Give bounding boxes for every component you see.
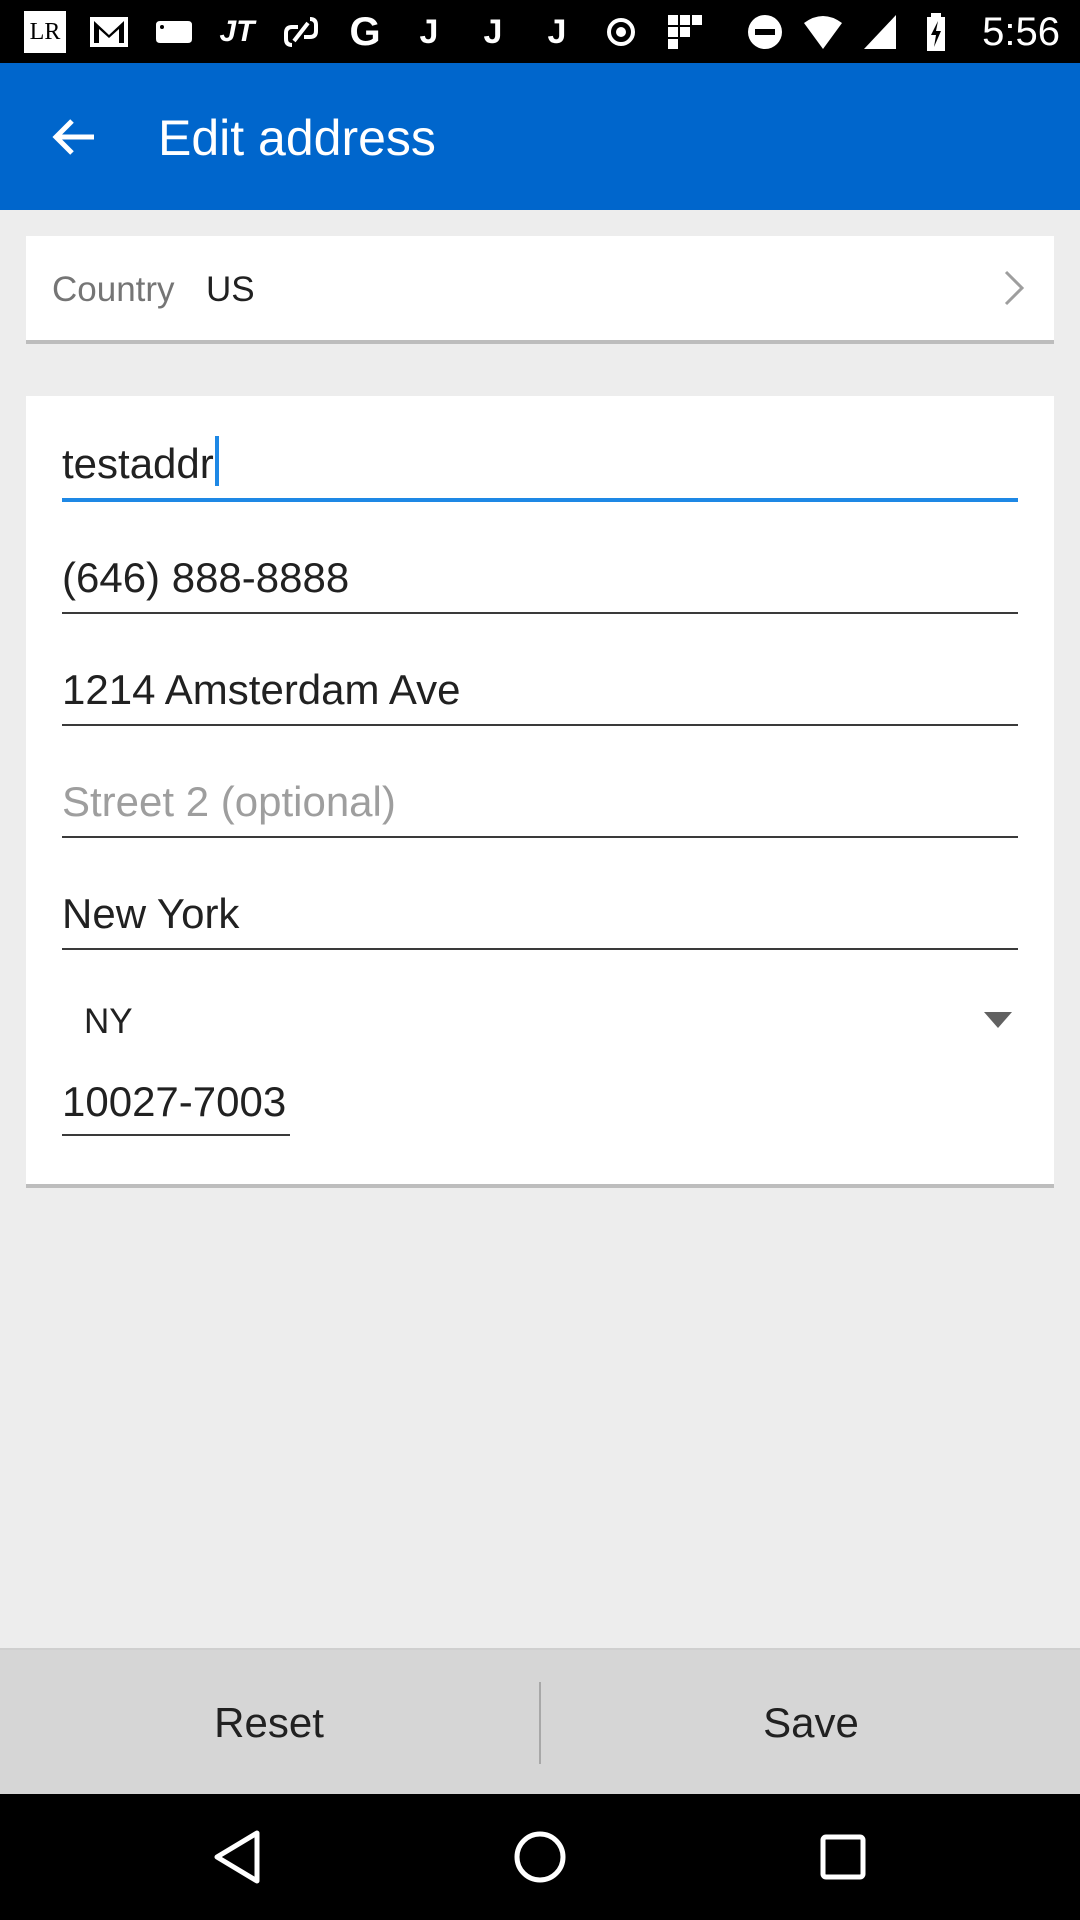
status-bar: LR JT G J J J 5:56 — [0, 0, 1080, 63]
street1-value: 1214 Amsterdam Ave — [62, 666, 461, 713]
notification-icons: LR JT G J J J — [24, 10, 706, 54]
reset-button[interactable]: Reset — [0, 1650, 538, 1796]
dropdown-arrow-icon — [984, 1012, 1012, 1028]
country-label: Country — [52, 270, 175, 309]
city-input[interactable]: New York — [62, 870, 1018, 950]
arrow-left-icon — [52, 119, 94, 155]
city-value: New York — [62, 890, 240, 937]
status-time: 5:56 — [982, 9, 1060, 54]
state-value: NY — [84, 1002, 133, 1041]
j-icon: J — [483, 13, 503, 51]
zip-value: 10027-7003 — [62, 1078, 287, 1125]
google-icon: G — [349, 10, 381, 54]
jt-icon: JT — [219, 15, 255, 48]
grid-icon — [664, 11, 706, 53]
page-title: Edit address — [158, 110, 436, 166]
street2-input[interactable]: Street 2 (optional) — [62, 758, 1018, 838]
tag-icon — [152, 11, 194, 53]
battery-charging-icon — [918, 11, 960, 53]
nav-back-button[interactable] — [204, 1824, 270, 1890]
name-input[interactable]: testaddr — [62, 422, 1018, 502]
save-button[interactable]: Save — [542, 1650, 1080, 1796]
gmail-icon — [88, 11, 130, 53]
recents-square-icon — [820, 1834, 866, 1880]
text-cursor — [214, 436, 219, 486]
country-value: US — [206, 270, 255, 309]
zip-input[interactable]: 10027-7003 — [62, 1064, 290, 1136]
address-form: testaddr (646) 888-8888 1214 Amsterdam A… — [26, 396, 1054, 1188]
phone-value: (646) 888-8888 — [62, 554, 350, 601]
lr-icon: LR — [24, 11, 66, 53]
country-selector[interactable]: Country US — [26, 236, 1054, 344]
button-divider — [539, 1682, 541, 1764]
link-icon — [280, 11, 322, 53]
wifi-icon — [802, 11, 844, 53]
street2-placeholder: Street 2 (optional) — [62, 778, 396, 825]
chevron-right-icon — [1004, 270, 1025, 306]
system-icons: 5:56 — [744, 10, 1060, 54]
phone-input[interactable]: (646) 888-8888 — [62, 534, 1018, 614]
action-bar: Reset Save — [0, 1648, 1080, 1794]
state-dropdown[interactable]: NY — [62, 980, 1018, 1060]
j-icon: J — [547, 13, 567, 51]
app-bar: Edit address — [0, 63, 1080, 210]
street1-input[interactable]: 1214 Amsterdam Ave — [62, 646, 1018, 726]
system-nav-bar — [0, 1794, 1080, 1920]
nav-home-button[interactable] — [507, 1824, 573, 1890]
do-not-disturb-icon — [744, 11, 786, 53]
back-triangle-icon — [214, 1830, 260, 1884]
signal-icon — [860, 11, 902, 53]
home-circle-icon — [514, 1831, 566, 1883]
nav-recents-button[interactable] — [810, 1824, 876, 1890]
j-icon: J — [419, 13, 439, 51]
circle-dot-icon — [600, 11, 642, 53]
name-value: testaddr — [62, 440, 214, 487]
back-button[interactable] — [36, 99, 112, 175]
